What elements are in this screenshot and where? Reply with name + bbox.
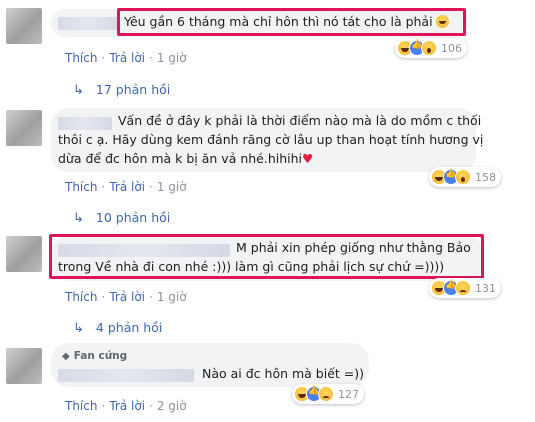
- reaction-summary[interactable]: 158: [429, 167, 501, 187]
- reaction-summary[interactable]: 106: [395, 38, 467, 58]
- reply-link[interactable]: Trả lời: [109, 290, 145, 304]
- wow-icon: [455, 169, 471, 185]
- view-replies-link[interactable]: ↳ 17 phản hồi: [73, 82, 170, 98]
- reply-link[interactable]: Trả lời: [109, 180, 145, 194]
- comment-actions: Thích · Trả lời · 1 giờ: [65, 51, 187, 65]
- reaction-count: 127: [338, 387, 359, 401]
- avatar[interactable]: [6, 8, 42, 44]
- avatar[interactable]: [6, 348, 42, 384]
- reply-link[interactable]: Trả lời: [109, 51, 145, 65]
- timestamp[interactable]: 1 giờ: [157, 180, 187, 194]
- timestamp[interactable]: 1 giờ: [157, 290, 187, 304]
- comment-actions: Thích · Trả lời · 2 giờ: [65, 399, 187, 413]
- reply-link[interactable]: Trả lời: [109, 399, 145, 413]
- like-link[interactable]: Thích: [65, 290, 97, 304]
- reaction-count: 106: [441, 41, 462, 55]
- sad-icon: [455, 280, 471, 296]
- commenter-name-redacted[interactable]: [58, 117, 112, 130]
- avatar[interactable]: [6, 236, 42, 272]
- comment-text: trong Về nhà đi con nhé :))) làm gì cũng…: [58, 259, 445, 274]
- comment-text: dừa để đc hôn mà k bị ăn vả nhé.hihihi♥: [58, 151, 314, 166]
- comment-text: Yêu gần 6 tháng mà chỉ hôn thì nó tát ch…: [124, 12, 449, 31]
- reaction-count: 131: [475, 281, 496, 295]
- avatar[interactable]: [6, 110, 42, 146]
- reply-arrow-icon: ↳: [73, 211, 84, 226]
- fan-badge: ◆ Fan cứng: [62, 350, 128, 362]
- view-replies-link[interactable]: ↳ 4 phản hồi: [73, 320, 162, 336]
- like-link[interactable]: Thích: [65, 180, 97, 194]
- reaction-count: 158: [475, 170, 496, 184]
- comment-actions: Thích · Trả lời · 1 giờ: [65, 180, 187, 194]
- comment-text: Vấn đề ở đây k phải là thời điểm nào mà …: [118, 113, 482, 128]
- comment-text: Nào ai đc hôn mà biết =)): [202, 366, 364, 381]
- laughing-emoji-icon: [435, 15, 449, 28]
- reply-arrow-icon: ↳: [73, 321, 84, 336]
- reaction-summary[interactable]: 127: [292, 384, 364, 404]
- diamond-icon: ◆: [62, 351, 70, 362]
- like-link[interactable]: Thích: [65, 51, 97, 65]
- comment-text: thôi c ạ. Hãy dùng kem đánh răng cờ lâu …: [58, 132, 484, 147]
- timestamp[interactable]: 2 giờ: [157, 399, 187, 413]
- commenter-name-redacted[interactable]: [58, 369, 194, 382]
- wow-icon: [421, 40, 437, 56]
- commenter-name-redacted[interactable]: [58, 17, 118, 30]
- like-link[interactable]: Thích: [65, 399, 97, 413]
- heart-icon: ♥: [302, 151, 314, 166]
- timestamp[interactable]: 1 giờ: [157, 51, 187, 65]
- commenter-name-redacted[interactable]: [58, 244, 230, 257]
- view-replies-link[interactable]: ↳ 10 phản hồi: [73, 210, 170, 226]
- comment-actions: Thích · Trả lời · 1 giờ: [65, 290, 187, 304]
- reaction-summary[interactable]: 131: [429, 278, 501, 298]
- sad-icon: [318, 386, 334, 402]
- reply-arrow-icon: ↳: [73, 83, 84, 98]
- comment-text: M phải xin phép giống như thằng Bảo: [236, 240, 471, 255]
